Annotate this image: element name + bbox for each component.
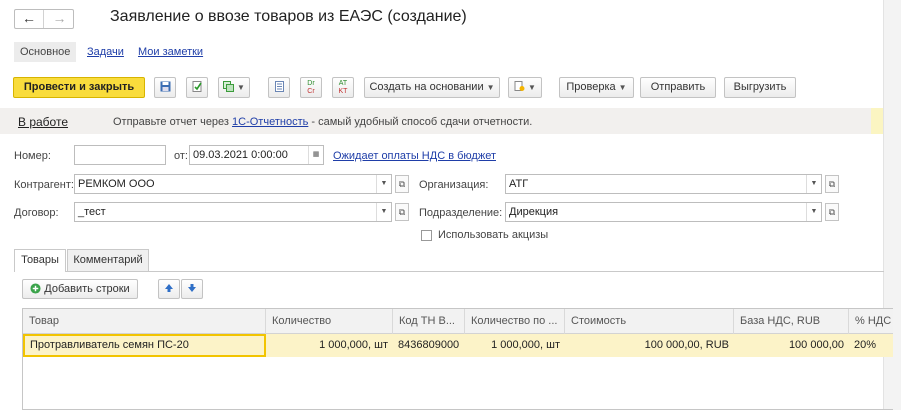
- create-based-on-label: Создать на основании: [369, 81, 484, 93]
- info-suffix: - самый удобный способ сдачи отчетности.: [308, 116, 533, 128]
- print-button[interactable]: ▼: [508, 77, 542, 98]
- column-header-vat-base[interactable]: База НДС, RUB: [734, 309, 849, 334]
- tab-divider: [66, 271, 884, 272]
- chevron-down-icon: ▼: [237, 83, 245, 92]
- department-field[interactable]: Дирекция ▼: [505, 202, 822, 222]
- date-value: 09.03.2021 0:00:00: [193, 149, 288, 161]
- list-report-icon: [274, 80, 284, 92]
- create-copy-button[interactable]: ▼: [218, 77, 250, 98]
- kt-label: KT: [338, 88, 348, 95]
- department-value: Дирекция: [509, 206, 559, 218]
- arrow-up-icon: [165, 284, 173, 293]
- create-based-on-button[interactable]: Создать на основании ▼: [364, 77, 500, 98]
- open-icon[interactable]: ⧉: [825, 203, 839, 221]
- number-field[interactable]: [74, 145, 166, 165]
- check-button[interactable]: Проверка ▼: [559, 77, 634, 98]
- chevron-down-icon[interactable]: ▼: [806, 203, 821, 221]
- tab-main[interactable]: Основное: [14, 42, 77, 62]
- vat-status-link[interactable]: Ожидает оплаты НДС в бюджет: [333, 150, 496, 162]
- send-button[interactable]: Отправить: [640, 77, 716, 98]
- open-icon[interactable]: ⧉: [395, 175, 409, 193]
- nav-buttons: ← →: [14, 9, 74, 29]
- cr-label: Cr: [307, 88, 315, 95]
- column-header-vat-rate[interactable]: % НДС: [849, 309, 894, 334]
- cell-tnved[interactable]: 8436809000: [393, 334, 465, 357]
- date-label: от:: [174, 150, 188, 162]
- number-label: Номер:: [14, 150, 51, 162]
- counterparty-label: Контрагент:: [14, 179, 74, 191]
- dt-kt-button[interactable]: AT KT: [332, 77, 354, 98]
- tab-tasks[interactable]: Задачи: [87, 46, 124, 58]
- dt-label: AT: [338, 80, 348, 87]
- organization-label: Организация:: [419, 179, 489, 191]
- column-header-quantity-by[interactable]: Количество по ...: [465, 309, 565, 334]
- cell-vat-base[interactable]: 100 000,00: [734, 334, 849, 357]
- chevron-down-icon[interactable]: ▼: [376, 203, 391, 221]
- move-down-button[interactable]: [181, 279, 203, 299]
- post-button[interactable]: [186, 77, 208, 98]
- cell-quantity[interactable]: 1 000,000, шт: [266, 334, 393, 357]
- open-icon[interactable]: ⧉: [395, 203, 409, 221]
- column-header-quantity[interactable]: Количество: [266, 309, 393, 334]
- arrow-down-icon: [188, 284, 196, 293]
- check-label: Проверка: [566, 81, 616, 93]
- save-button[interactable]: [154, 77, 176, 98]
- tab-notes[interactable]: Мои заметки: [138, 46, 203, 58]
- add-rows-button[interactable]: Добавить строки: [22, 279, 138, 299]
- reporting-link[interactable]: 1С-Отчетность: [232, 116, 308, 128]
- calendar-icon[interactable]: ▦: [308, 146, 323, 164]
- tab-comment[interactable]: Комментарий: [67, 249, 149, 271]
- back-button[interactable]: ←: [15, 10, 44, 28]
- open-icon[interactable]: ⧉: [825, 175, 839, 193]
- add-rows-label: Добавить строки: [44, 283, 130, 295]
- chevron-down-icon[interactable]: ▼: [806, 175, 821, 193]
- status-link[interactable]: В работе: [18, 115, 68, 129]
- table-row[interactable]: Протравливатель семян ПС-20 1 000,000, ш…: [23, 334, 893, 357]
- print-document-icon: [514, 80, 525, 91]
- organization-value: АТГ: [509, 178, 529, 190]
- window-title: Заявление о ввозе товаров из ЕАЭС (созда…: [110, 8, 467, 25]
- contract-label: Договор:: [14, 207, 59, 219]
- chevron-down-icon: ▼: [618, 83, 627, 92]
- cell-cost[interactable]: 100 000,00, RUB: [565, 334, 734, 357]
- tab-goods[interactable]: Товары: [14, 249, 66, 272]
- cell-vat-rate[interactable]: 20%: [849, 334, 894, 357]
- info-message: Отправьте отчет через 1С-Отчетность - са…: [113, 116, 532, 128]
- cell-goods[interactable]: Протравливатель семян ПС-20: [23, 334, 266, 357]
- column-header-tnved[interactable]: Код ТН В...: [393, 309, 465, 334]
- organization-field[interactable]: АТГ ▼: [505, 174, 822, 194]
- chevron-down-icon: ▼: [486, 83, 495, 92]
- chevron-down-icon: ▼: [528, 83, 536, 92]
- date-field[interactable]: 09.03.2021 0:00:00 ▦: [189, 145, 324, 165]
- info-prefix: Отправьте отчет через: [113, 116, 233, 128]
- excise-checkbox[interactable]: [421, 230, 432, 241]
- contract-value: _тест: [78, 206, 106, 218]
- export-button[interactable]: Выгрузить: [724, 77, 796, 98]
- infobar-highlight: [871, 108, 883, 134]
- table-header: Товар Количество Код ТН В... Количество …: [23, 309, 893, 334]
- report-button[interactable]: [268, 77, 290, 98]
- dr-cr-button[interactable]: Dr Cr: [300, 77, 322, 98]
- save-icon: [160, 81, 170, 92]
- copy-green-icon: [223, 80, 235, 92]
- counterparty-value: РЕМКОМ ООО: [78, 178, 155, 190]
- chevron-down-icon[interactable]: ▼: [376, 175, 391, 193]
- post-and-close-button[interactable]: Провести и закрыть: [13, 77, 145, 98]
- plus-circle-icon: [30, 283, 41, 294]
- move-up-button[interactable]: [158, 279, 180, 299]
- forward-button[interactable]: →: [45, 10, 74, 28]
- info-bar: В работе Отправьте отчет через 1С-Отчетн…: [0, 108, 883, 134]
- post-document-icon: [192, 80, 202, 92]
- goods-table: Товар Количество Код ТН В... Количество …: [22, 308, 893, 410]
- column-header-goods[interactable]: Товар: [23, 309, 266, 334]
- column-header-cost[interactable]: Стоимость: [565, 309, 734, 334]
- excise-label: Использовать акцизы: [438, 229, 549, 241]
- contract-field[interactable]: _тест ▼: [74, 202, 392, 222]
- cell-quantity-by[interactable]: 1 000,000, шт: [465, 334, 565, 357]
- counterparty-field[interactable]: РЕМКОМ ООО ▼: [74, 174, 392, 194]
- dr-label: Dr: [307, 80, 315, 87]
- department-label: Подразделение:: [419, 207, 503, 219]
